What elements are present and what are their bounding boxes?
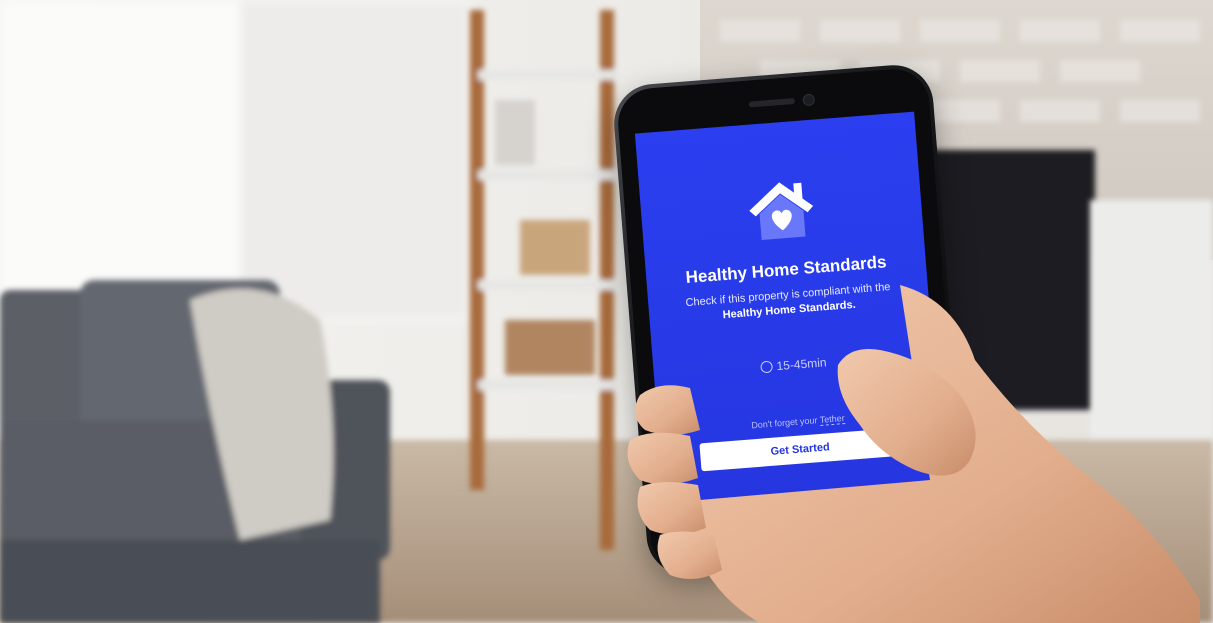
photo-scene: Healthy Home Standards Check if this pro… xyxy=(0,0,1213,623)
get-started-button[interactable]: Get Started xyxy=(699,427,901,472)
room-background xyxy=(0,0,1213,623)
smartphone: Healthy Home Standards Check if this pro… xyxy=(611,62,969,578)
duration-row: 15-45min xyxy=(653,347,933,383)
clock-icon xyxy=(760,360,774,374)
house-heart-icon xyxy=(749,182,814,240)
duration-text: 15-45min xyxy=(776,355,827,374)
reminder-lead: Don't forget your xyxy=(750,414,821,431)
phone-screen: Healthy Home Standards Check if this pro… xyxy=(634,111,945,521)
tether-link[interactable]: Tether xyxy=(819,413,846,426)
